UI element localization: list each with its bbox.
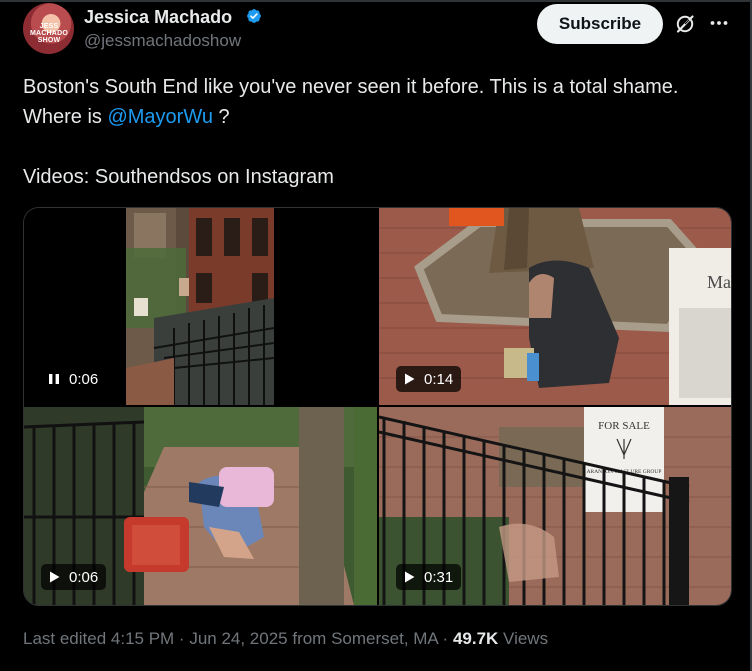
play-icon [405, 571, 415, 583]
video-tile-3[interactable]: 0:06 [24, 407, 377, 605]
pause-icon [49, 374, 59, 384]
video-badge-1[interactable]: 0:06 [41, 366, 107, 392]
video-duration: 0:14 [424, 370, 454, 388]
subscribe-button[interactable]: Subscribe [537, 4, 663, 44]
tweet-line-3: Videos: Southendsos on Instagram [23, 166, 334, 188]
video-tile-4[interactable]: FOR SALE ARANSON MACLURE GROUP 0:31 [379, 407, 731, 605]
sign-for-sale: FOR SALE [598, 420, 650, 432]
tweet-text: Boston's South End like you've never see… [23, 72, 743, 192]
views-count: 49.7K [452, 629, 499, 648]
author-handle[interactable]: @jessmachadoshow [84, 31, 241, 51]
play-icon [405, 373, 415, 385]
edited-timestamp[interactable]: Last edited 4:15 PM · Jun 24, 2025 from … [23, 629, 453, 648]
verified-badge-icon [247, 9, 261, 23]
street-sign-text: Mac [707, 272, 731, 292]
video-duration: 0:06 [69, 370, 99, 388]
tweet-line-2-suffix: ? [212, 106, 230, 128]
video-tile-2[interactable]: Mac 0:14 [379, 208, 731, 405]
mention-link[interactable]: @MayorWu [107, 106, 213, 128]
grok-icon[interactable] [674, 13, 696, 35]
views-label: Views [498, 629, 549, 648]
tweet-line-2-prefix: Where is [23, 106, 108, 128]
video-badge-3[interactable]: 0:06 [41, 564, 107, 590]
video-duration: 0:06 [69, 568, 99, 586]
tweet-meta: Last edited 4:15 PM · Jun 24, 2025 from … [23, 629, 548, 649]
avatar[interactable]: JESS MACHADO SHOW [23, 3, 74, 54]
author-name[interactable]: Jessica Machado [84, 7, 232, 28]
video-tile-1[interactable]: 0:06 [24, 208, 377, 405]
media-grid: 0:06 Mac 0:14 [23, 207, 732, 606]
video-badge-2[interactable]: 0:14 [396, 366, 462, 392]
tweet-line-1: Boston's South End like you've never see… [23, 76, 679, 98]
video-duration: 0:31 [424, 568, 454, 586]
avatar-text: JESS MACHADO SHOW [30, 23, 68, 44]
more-options-icon[interactable] [708, 12, 730, 34]
play-icon [50, 571, 60, 583]
top-divider [0, 0, 752, 2]
video-badge-4[interactable]: 0:31 [396, 564, 462, 590]
